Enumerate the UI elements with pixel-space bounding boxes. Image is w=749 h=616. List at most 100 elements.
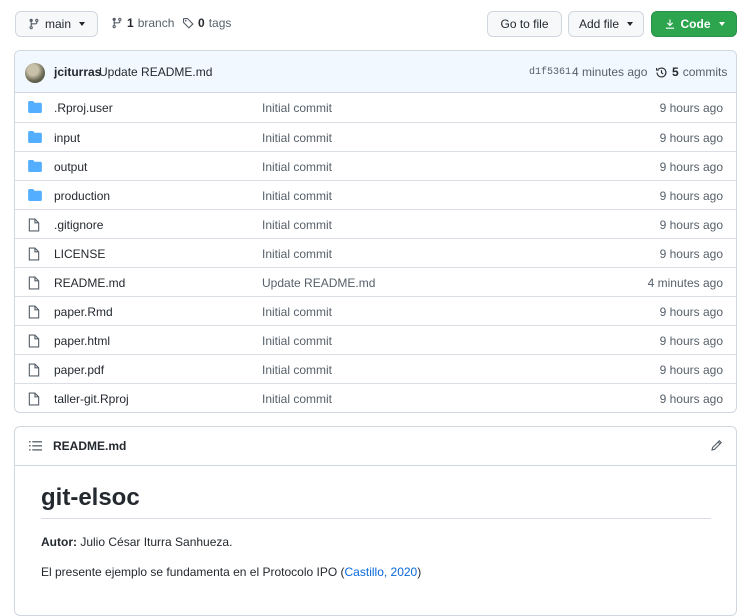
- code-button[interactable]: Code: [651, 11, 737, 37]
- git-branch-icon: [29, 18, 39, 30]
- file-name[interactable]: .Rproj.user: [54, 101, 113, 115]
- file-commit-message[interactable]: Initial commit: [262, 131, 332, 145]
- tags-label: tags: [208, 16, 232, 30]
- file-icon-wrap: [28, 363, 40, 380]
- commit-sha[interactable]: d1f5361: [529, 67, 571, 78]
- file-row[interactable]: output Initial commit 9 hours ago: [15, 151, 736, 180]
- file-name[interactable]: paper.Rmd: [54, 305, 113, 319]
- file-commit-message[interactable]: Initial commit: [262, 334, 332, 348]
- file-row[interactable]: production Initial commit 9 hours ago: [15, 180, 736, 209]
- file-row[interactable]: paper.pdf Initial commit 9 hours ago: [15, 354, 736, 383]
- file-name[interactable]: input: [54, 131, 80, 145]
- file-name[interactable]: production: [54, 189, 110, 203]
- folder-icon: [28, 189, 42, 201]
- file-icon: [28, 276, 40, 290]
- citation-link[interactable]: Castillo, 2020: [345, 565, 418, 579]
- file-age: 9 hours ago: [659, 218, 723, 232]
- commits-link[interactable]: 5 commits: [655, 65, 727, 79]
- folder-icon-wrap: [28, 160, 42, 175]
- commits-label: commits: [682, 65, 728, 79]
- file-age: 9 hours ago: [659, 247, 723, 261]
- file-age: 9 hours ago: [659, 392, 723, 406]
- file-name[interactable]: paper.pdf: [54, 363, 104, 377]
- chevron-down-icon: [718, 22, 725, 26]
- file-icon-wrap: [28, 392, 40, 409]
- tags-count: 0: [198, 16, 205, 30]
- go-to-file-label: Go to file: [500, 17, 549, 31]
- git-branch-icon: [112, 17, 122, 29]
- readme-heading: git-elsoc: [41, 483, 711, 519]
- branches-link[interactable]: 1 branch: [111, 16, 174, 30]
- history-icon: [656, 66, 667, 78]
- file-age: 9 hours ago: [659, 363, 723, 377]
- file-age: 9 hours ago: [659, 334, 723, 348]
- avatar[interactable]: [25, 63, 45, 83]
- list-icon[interactable]: [29, 440, 42, 452]
- latest-commit-bar: jciturras Update README.md d1f5361 4 min…: [15, 51, 736, 93]
- readme-content: git-elsoc Autor: Julio César Iturra Sanh…: [15, 483, 736, 579]
- commit-message[interactable]: Update README.md: [99, 65, 212, 79]
- readme-title[interactable]: README.md: [53, 439, 126, 453]
- file-commit-message[interactable]: Initial commit: [262, 160, 332, 174]
- file-name[interactable]: paper.html: [54, 334, 110, 348]
- readme-header: README.md: [15, 427, 736, 466]
- file-row[interactable]: .Rproj.user Initial commit 9 hours ago: [15, 93, 736, 122]
- file-row[interactable]: input Initial commit 9 hours ago: [15, 122, 736, 151]
- file-name[interactable]: .gitignore: [54, 218, 103, 232]
- file-age: 9 hours ago: [659, 131, 723, 145]
- add-file-label: Add file: [578, 17, 620, 31]
- file-list: jciturras Update README.md d1f5361 4 min…: [14, 50, 737, 413]
- file-name[interactable]: LICENSE: [54, 247, 105, 261]
- folder-icon: [28, 101, 42, 113]
- intro-close: ): [417, 565, 422, 579]
- branches-count: 1: [127, 16, 134, 30]
- file-row[interactable]: .gitignore Initial commit 9 hours ago: [15, 209, 736, 238]
- commit-author[interactable]: jciturras: [54, 65, 101, 79]
- file-icon: [28, 305, 40, 319]
- file-name[interactable]: README.md: [54, 276, 125, 290]
- file-row[interactable]: taller-git.Rproj Initial commit 9 hours ag…: [15, 383, 736, 412]
- folder-icon-wrap: [28, 101, 42, 116]
- file-row[interactable]: paper.Rmd Initial commit 9 hours ago: [15, 296, 736, 325]
- author-value: Julio César Iturra Sanhueza.: [77, 535, 233, 549]
- file-icon: [28, 218, 40, 232]
- branch-select-button[interactable]: main: [15, 11, 98, 37]
- file-icon: [28, 247, 40, 261]
- readme-panel: README.md git-elsoc Autor: Julio César I…: [14, 426, 737, 616]
- commits-count: 5: [672, 65, 679, 79]
- file-commit-message[interactable]: Initial commit: [262, 101, 332, 115]
- file-row[interactable]: LICENSE Initial commit 9 hours ago: [15, 238, 736, 267]
- file-commit-message[interactable]: Initial commit: [262, 363, 332, 377]
- file-commit-message[interactable]: Initial commit: [262, 218, 332, 232]
- file-icon: [28, 363, 40, 377]
- file-commit-message[interactable]: Initial commit: [262, 392, 332, 406]
- go-to-file-button[interactable]: Go to file: [487, 11, 562, 37]
- file-icon: [28, 334, 40, 348]
- file-name[interactable]: taller-git.Rproj: [54, 392, 129, 406]
- tags-link[interactable]: 0 tags: [182, 16, 231, 30]
- file-age: 9 hours ago: [659, 101, 723, 115]
- folder-icon: [28, 160, 42, 172]
- file-name[interactable]: output: [54, 160, 87, 174]
- branches-label: branch: [137, 16, 175, 30]
- file-icon-wrap: [28, 247, 40, 264]
- intro-text: El presente ejemplo se fundamenta en el …: [41, 565, 345, 579]
- code-label: Code: [680, 17, 711, 31]
- file-commit-message[interactable]: Update README.md: [262, 276, 375, 290]
- folder-icon-wrap: [28, 189, 42, 204]
- folder-icon: [28, 131, 42, 143]
- folder-icon-wrap: [28, 131, 42, 146]
- file-row[interactable]: README.md Update README.md 4 minutes ago: [15, 267, 736, 296]
- tag-icon: [182, 17, 194, 29]
- pencil-icon[interactable]: [710, 439, 723, 452]
- file-commit-message[interactable]: Initial commit: [262, 305, 332, 319]
- file-commit-message[interactable]: Initial commit: [262, 189, 332, 203]
- readme-intro-paragraph: El presente ejemplo se fundamenta en el …: [41, 565, 711, 579]
- file-icon: [28, 392, 40, 406]
- commit-time: 4 minutes ago: [572, 65, 648, 79]
- file-age: 9 hours ago: [659, 160, 723, 174]
- file-commit-message[interactable]: Initial commit: [262, 247, 332, 261]
- chevron-down-icon: [79, 22, 85, 26]
- file-row[interactable]: paper.html Initial commit 9 hours ago: [15, 325, 736, 354]
- add-file-button[interactable]: Add file: [568, 11, 644, 37]
